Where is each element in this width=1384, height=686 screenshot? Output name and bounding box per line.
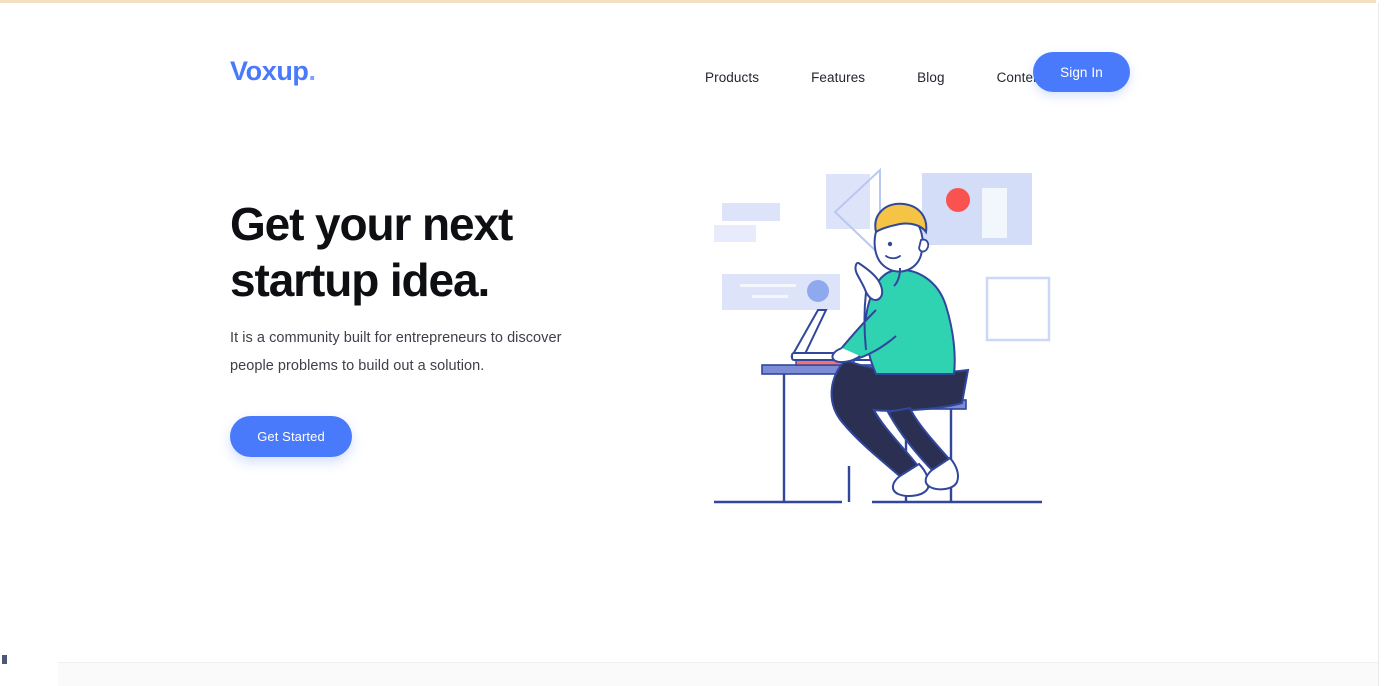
red-dot bbox=[946, 188, 970, 212]
hero-illustration bbox=[700, 160, 1100, 520]
top-rule-divider bbox=[0, 0, 1376, 3]
hero-title-line-2: startup idea. bbox=[230, 254, 490, 306]
small-rectangle-left bbox=[714, 225, 756, 242]
white-card-in-panel bbox=[982, 188, 1007, 238]
small-rectangle-top bbox=[722, 203, 780, 221]
sign-in-button[interactable]: Sign In bbox=[1033, 52, 1130, 92]
ear bbox=[918, 238, 930, 253]
panel-with-red-dot bbox=[922, 173, 1032, 245]
left-edge-marker bbox=[2, 655, 7, 664]
brand-logo-dot: . bbox=[308, 56, 317, 86]
search-bar-line-1 bbox=[740, 284, 796, 287]
hero-subtitle: It is a community built for entrepreneur… bbox=[230, 330, 562, 374]
nav-item-blog[interactable]: Blog bbox=[917, 64, 944, 91]
hero-copy: Get your next startup idea. It is a comm… bbox=[230, 196, 660, 457]
landing-page: Voxup. Products Features Blog Content Si… bbox=[0, 0, 1384, 686]
get-started-button[interactable]: Get Started bbox=[230, 416, 352, 457]
page-title: Get your next startup idea. bbox=[230, 196, 660, 308]
search-bar-avatar-circle bbox=[807, 280, 829, 302]
square-behind-play-triangle bbox=[826, 174, 870, 229]
right-edge-rule bbox=[1378, 3, 1379, 686]
pointing-hand bbox=[854, 262, 884, 301]
hero-title-line-1: Get your next bbox=[230, 198, 513, 250]
empty-square-outline bbox=[985, 276, 1051, 342]
nav-item-features[interactable]: Features bbox=[811, 64, 865, 91]
primary-navigation: Products Features Blog Content bbox=[705, 64, 1045, 91]
brand-logo-text: Voxup bbox=[230, 56, 309, 86]
nav-item-products[interactable]: Products bbox=[705, 64, 759, 91]
brand-logo[interactable]: Voxup. bbox=[230, 58, 316, 85]
search-bar-line-2 bbox=[752, 295, 788, 298]
bottom-section-band bbox=[58, 662, 1378, 686]
eye bbox=[887, 241, 893, 247]
site-header: Voxup. Products Features Blog Content Si… bbox=[0, 20, 1378, 92]
